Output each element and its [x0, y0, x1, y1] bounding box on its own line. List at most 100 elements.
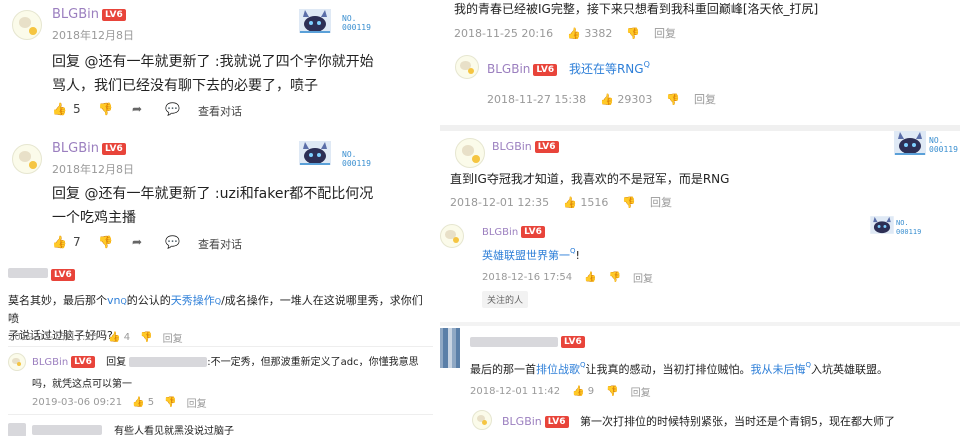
comment-card-1: BLGBin LV6 2018年12月8日 NO. 000119 回复 @还有一年…	[0, 0, 388, 128]
username[interactable]: BLGBin	[487, 62, 530, 76]
reply-link[interactable]: 回复	[694, 91, 716, 107]
reply-link[interactable]: 回复	[631, 384, 651, 399]
like-count: 9	[587, 386, 595, 397]
robot-badge-icon	[299, 9, 331, 33]
like-button[interactable]: 👍 7	[52, 235, 81, 249]
divider	[8, 414, 433, 415]
reply-link[interactable]: 回复	[187, 395, 207, 410]
following-tag[interactable]: 关注的人	[482, 291, 529, 308]
reply-link[interactable]: 回复	[650, 194, 672, 210]
text-run: 让我真的感动，当初打排位贼怕。	[585, 363, 751, 376]
level-badge: LV6	[521, 226, 545, 238]
avatar[interactable]	[455, 138, 485, 168]
like-button[interactable]: 👍 4	[108, 332, 130, 343]
divider	[440, 125, 960, 131]
hashtag-link[interactable]: 我还在等RNG	[569, 62, 644, 76]
level-badge: LV6	[561, 336, 585, 348]
reply-link[interactable]: 回复	[654, 25, 676, 41]
like-button[interactable]: 👍 5	[132, 397, 154, 408]
like-button[interactable]: 👍 1516	[563, 196, 608, 209]
username[interactable]: BLGBin	[502, 415, 542, 428]
dislike-icon[interactable]: 👎	[666, 93, 680, 106]
avatar[interactable]	[12, 144, 42, 174]
level-badge: LV6	[102, 8, 126, 21]
avatar[interactable]	[12, 10, 42, 40]
comment-text: 最后的那一首排位战歌Q让我真的感动，当初打排位贼怕。我从未后悔Q入坑英雄联盟。	[470, 361, 888, 377]
avatar[interactable]	[8, 353, 26, 371]
view-conversation-link[interactable]: 查看对话	[198, 236, 242, 252]
blurred-username	[129, 357, 208, 367]
reply-button[interactable]: 💬	[165, 235, 180, 249]
like-count: 29303	[617, 92, 653, 106]
comment-line: 回复 @还有一年就更新了 :uzi和faker都不配比何况	[52, 186, 374, 202]
comment-time: 2018-12-16 17:54	[482, 272, 573, 283]
like-icon[interactable]: 👍	[584, 272, 596, 283]
like-count: 4	[123, 332, 131, 343]
view-conversation-link[interactable]: 查看对话	[198, 103, 242, 119]
reply-link[interactable]: 回复	[163, 330, 183, 345]
thumb-up-icon: 👍	[572, 386, 585, 397]
thumb-up-icon: 👍	[567, 26, 581, 40]
like-button[interactable]: 👍 5	[52, 102, 81, 116]
comment-time: 2018-11-25 20:16	[454, 26, 554, 40]
avatar[interactable]	[472, 410, 492, 430]
comment-time: 2018-12-01 12:35	[450, 195, 550, 209]
dislike-icon[interactable]: 👎	[609, 272, 621, 283]
blurred-avatar	[8, 422, 26, 436]
reply-text: :不一定秀，但那波重新定义了adc，你懂我意思	[207, 357, 419, 368]
share-button[interactable]: ➦	[132, 102, 142, 116]
hashtag-link[interactable]: 我从未后悔	[751, 363, 806, 376]
thread-panel-right: 我的青春已经被IG完整，接下来只想看到我科重回巅峰[洛天依_打尻] 2018-1…	[440, 0, 960, 436]
reply-text: 英雄联盟世界第一Q!	[482, 247, 580, 263]
thumb-down-icon: 👎	[98, 235, 113, 249]
user-line: BLGBin LV6	[52, 7, 126, 22]
comment-line: 莫名其妙，最后那个vnQ的公认的天秀操作Q/成名操作，一堆人在这说哪里秀，求你们…	[8, 292, 433, 327]
comment-time: 2019-03-06 09:21	[32, 397, 123, 408]
username[interactable]: BLGBin	[492, 140, 532, 153]
avatar[interactable]	[440, 224, 464, 248]
hashtag-link[interactable]: 英雄联盟世界第一	[482, 249, 570, 262]
dislike-button[interactable]: 👎	[98, 102, 113, 116]
dislike-button[interactable]: 👎	[98, 235, 113, 249]
user-line: LV6	[8, 268, 75, 281]
dislike-icon[interactable]: 👎	[606, 386, 618, 397]
divider	[440, 322, 960, 326]
blurred-username	[470, 337, 558, 347]
dislike-icon[interactable]: 👎	[140, 332, 152, 343]
like-button[interactable]: 👍 29303	[600, 93, 652, 106]
comment-icon: 💬	[165, 102, 180, 116]
reply-line: BLGBin LV6 回复 :不一定秀，但那波重新定义了adc，你懂我意思	[32, 355, 437, 371]
reply-link[interactable]: 回复	[633, 270, 653, 285]
avatar[interactable]	[455, 55, 479, 79]
reply-text: 第一次打排位的时候特别紧张，当时还是个青铜5，现在都大师了	[580, 415, 896, 428]
comment-meta: 2018-12-01 11:42 👍 9 👎 回复	[470, 384, 651, 399]
robot-badge-icon	[894, 131, 926, 155]
like-button[interactable]: 👍 3382	[567, 27, 612, 40]
username[interactable]: BLGBin	[52, 7, 99, 22]
level-badge: LV6	[534, 141, 559, 153]
level-badge: LV6	[533, 63, 558, 76]
comment-date: 2018年12月8日	[52, 29, 134, 42]
hashtag-link[interactable]: 天秀操作	[171, 294, 215, 307]
dislike-icon[interactable]: 👎	[164, 397, 176, 408]
thumb-up-icon: 👍	[563, 195, 577, 209]
username[interactable]: BLGBin	[52, 141, 99, 156]
reply-button[interactable]: 💬	[165, 102, 180, 116]
text-run: 入坑英雄联盟。	[811, 363, 889, 376]
like-button[interactable]: 👍 9	[572, 386, 594, 397]
username[interactable]: BLGBin	[32, 357, 68, 368]
text-run: 的公认的	[126, 294, 171, 307]
share-icon: ➦	[132, 235, 143, 249]
share-button[interactable]: ➦	[132, 235, 142, 249]
hashtag-link[interactable]: 排位战歌	[536, 363, 580, 376]
comment-text: 回复 @还有一年就更新了 :我就说了四个字你就开始 骂人，我们已经没有聊下去的必…	[52, 50, 374, 98]
partial-comment: 有些人看见就黑没说过脑子	[8, 422, 234, 436]
text-run: 莫名其妙，最后那个	[8, 294, 107, 307]
thread-panel-left: LV6 莫名其妙，最后那个vnQ的公认的天秀操作Q/成名操作，一堆人在这说哪里秀…	[0, 262, 440, 436]
username[interactable]: BLGBin	[482, 227, 518, 238]
dislike-icon[interactable]: 👎	[626, 27, 640, 40]
dislike-icon[interactable]: 👎	[622, 196, 636, 209]
thumb-up-icon: 👍	[108, 332, 121, 343]
comment-meta: 2019-02-15 11:20 👍 4 👎 回复	[8, 330, 183, 345]
hashtag-link[interactable]: vn	[107, 294, 120, 307]
